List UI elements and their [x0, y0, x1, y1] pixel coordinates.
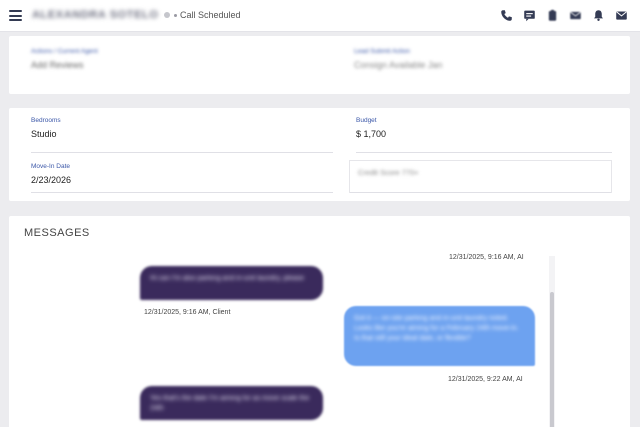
message-text: Hi can I'm also parking and in-unit laun… [150, 275, 305, 282]
messages-card: MESSAGES 12/31/2025, 9:16 AM, AI Hi can … [9, 216, 630, 427]
summary-right-value: Consign Available Jan [354, 60, 443, 70]
extra-underline [350, 192, 611, 193]
email-icon[interactable] [569, 9, 582, 22]
summary-card: Actions / Current Agent Add Reviews Lead… [9, 36, 630, 94]
top-bar: ALEXANDRA SOTELO Call Scheduled [0, 0, 640, 32]
move-in-underline [31, 192, 333, 193]
budget-label: Budget [356, 117, 377, 124]
bedrooms-label: Bedrooms [31, 117, 61, 124]
budget-value: $ 1,700 [356, 129, 387, 139]
contact-name[interactable]: ALEXANDRA SOTELO [32, 9, 159, 21]
messages-scrollbar[interactable] [549, 256, 555, 427]
summary-left-field: Actions / Current Agent Add Reviews [31, 48, 331, 82]
message-timestamp: 12/31/2025, 9:16 AM, AI [449, 254, 524, 261]
message-icon[interactable] [523, 9, 536, 22]
phone-icon[interactable] [500, 9, 513, 22]
status-badge: Call Scheduled [164, 10, 241, 20]
summary-right-field: Lead Submit Action Consign Available Jan [354, 48, 616, 82]
message-text: Yes that's the date I'm aiming for as mo… [150, 395, 310, 412]
status-text: Call Scheduled [180, 10, 241, 20]
message-bubble-ai: Got it — on-site parking and in-unit lau… [344, 306, 535, 366]
budget-field[interactable]: Budget $ 1,700 [356, 117, 612, 153]
extra-field[interactable]: Credit Score 770+ [349, 160, 612, 193]
message-timestamp: 12/31/2025, 9:16 AM, Client [144, 309, 231, 316]
status-small-dot-icon [174, 14, 177, 17]
extra-value: Credit Score 770+ [358, 168, 419, 177]
budget-underline [356, 152, 612, 153]
message-timestamp: 12/31/2025, 9:22 AM, AI [448, 376, 523, 383]
status-dot-icon [164, 12, 170, 18]
bedrooms-underline [31, 152, 333, 153]
summary-left-value: Add Reviews [31, 60, 84, 70]
message-bubble-client: Yes that's the date I'm aiming for as mo… [140, 386, 323, 420]
messages-title: MESSAGES [24, 227, 90, 239]
summary-right-label: Lead Submit Action [354, 48, 411, 55]
move-in-field[interactable]: Move-In Date 2/23/2026 [31, 163, 333, 193]
bedrooms-value: Studio [31, 129, 57, 139]
move-in-label: Move-In Date [31, 163, 71, 170]
mail-icon[interactable] [615, 9, 628, 22]
summary-left-label: Actions / Current Agent [31, 48, 98, 55]
bell-icon[interactable] [592, 9, 605, 22]
header-actions [500, 9, 628, 22]
bedrooms-field[interactable]: Bedrooms Studio [31, 117, 333, 153]
scrollbar-thumb[interactable] [550, 292, 554, 427]
clipboard-icon[interactable] [546, 9, 559, 22]
message-text: Got it — on-site parking and in-unit lau… [354, 315, 519, 342]
message-bubble-client: Hi can I'm also parking and in-unit laun… [140, 266, 323, 300]
move-in-value: 2/23/2026 [31, 175, 72, 185]
menu-icon[interactable] [9, 10, 22, 21]
details-card: Bedrooms Studio Budget $ 1,700 Move-In D… [9, 108, 630, 201]
